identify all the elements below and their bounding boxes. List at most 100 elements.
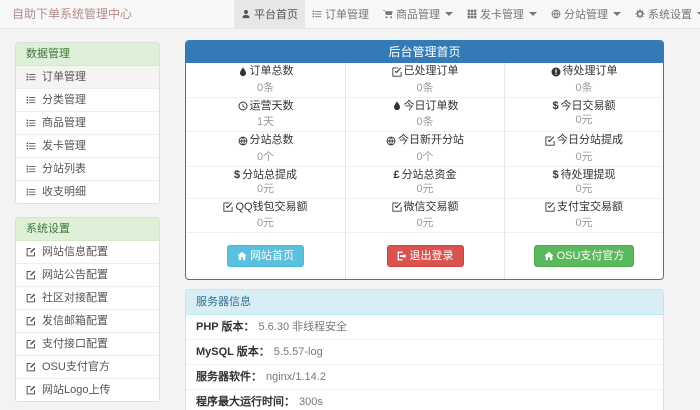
- server-row-php-version: PHP 版本：5.6.30 非线程安全: [186, 315, 663, 339]
- nav-item-product-management[interactable]: 商品管理: [376, 0, 460, 28]
- sidebar-item-substation-list[interactable]: 分站列表: [16, 157, 159, 180]
- server-row-label: 服务器软件：: [196, 371, 262, 383]
- stat-label: 待处理订单: [551, 66, 618, 77]
- check-square-icon: [392, 202, 402, 212]
- sidebar-item-osu-payment-official[interactable]: OSU支付官方: [16, 355, 159, 378]
- cart-icon: [383, 9, 393, 19]
- dollar-icon: $: [234, 170, 240, 181]
- nav-item-card-management[interactable]: 发卡管理: [460, 0, 544, 28]
- stat-pending-withdrawal: $待处理提现0元: [504, 166, 663, 198]
- list-icon: [312, 9, 322, 19]
- stat-total-orders: 订单总数0条: [186, 63, 345, 97]
- stat-value: 0元: [346, 184, 504, 195]
- sidebar-item-site-logo-upload[interactable]: 网站Logo上传: [16, 378, 159, 401]
- edit-icon: [26, 270, 36, 280]
- stat-label: $待处理提现: [552, 170, 615, 181]
- check-square-icon: [392, 67, 402, 77]
- stat-today-orders: 今日订单数0条: [345, 97, 504, 132]
- sidebar-item-payment-api-config[interactable]: 支付接口配置: [16, 332, 159, 355]
- stat-operating-days: 运营天数1天: [186, 97, 345, 132]
- chevron-down-icon: [445, 12, 453, 16]
- stat-value: 0元: [505, 115, 663, 126]
- user-icon: [241, 9, 251, 19]
- list-icon: [26, 72, 36, 82]
- check-square-icon: [545, 202, 555, 212]
- stat-value: 0条: [346, 83, 504, 94]
- server-info-list: PHP 版本：5.6.30 非线程安全MySQL 版本：5.5.57-log服务…: [186, 315, 663, 410]
- sidebar-item-cards[interactable]: 发卡管理: [16, 134, 159, 157]
- gear-icon: [635, 9, 645, 19]
- chevron-down-icon: [613, 12, 621, 16]
- home-icon: [237, 251, 247, 261]
- button-cell: 网站首页: [186, 232, 345, 279]
- dollar-icon: $: [552, 170, 558, 181]
- sidebar-item-label: 网站公告配置: [42, 269, 108, 281]
- sidebar-item-label: OSU支付官方: [42, 361, 110, 373]
- sidebar-panel-data-management: 数据管理订单管理分类管理商品管理发卡管理分站列表收支明细: [15, 42, 160, 204]
- pound-icon: £: [393, 170, 399, 181]
- list-icon: [26, 187, 36, 197]
- th-icon: [467, 9, 477, 19]
- server-row-value: 5.5.57-log: [274, 346, 323, 358]
- top-navbar: 自助下单系统管理中心 平台首页订单管理商品管理发卡管理分站管理系统设置退出登陆: [0, 0, 700, 29]
- stat-label: 已处理订单: [392, 66, 459, 77]
- stat-wechat-transactions: 微信交易额0元: [345, 198, 504, 233]
- brand-title[interactable]: 自助下单系统管理中心: [12, 0, 234, 28]
- sidebar-item-label: 支付接口配置: [42, 338, 108, 350]
- nav-item-order-management[interactable]: 订单管理: [305, 0, 376, 28]
- stat-total-substation-funds: £分站总资金 0元: [345, 166, 504, 198]
- sidebar-item-label: 分类管理: [42, 94, 86, 106]
- sidebar-item-products[interactable]: 商品管理: [16, 111, 159, 134]
- sidebar-item-label: 收支明细: [42, 186, 86, 198]
- tint-icon: [392, 101, 402, 111]
- home-icon: [544, 251, 554, 261]
- stat-label: QQ钱包交易额: [223, 202, 307, 213]
- logout-button[interactable]: 退出登录: [387, 245, 464, 267]
- sidebar-item-label: 发信邮箱配置: [42, 315, 108, 327]
- stat-total-substation-commission: $分站总提成0元: [186, 166, 345, 198]
- server-row-label: 程序最大运行时间：: [196, 396, 295, 408]
- stat-total-substations: 分站总数0个: [186, 131, 345, 166]
- sidebar-item-categories[interactable]: 分类管理: [16, 88, 159, 111]
- nav-item-substation-management[interactable]: 分站管理: [544, 0, 628, 28]
- sidebar-item-label: 网站Logo上传: [42, 384, 110, 396]
- stats-grid: 订单总数0条已处理订单0条待处理订单0条运营天数1天今日订单数0条$今日交易额0…: [186, 63, 663, 279]
- stat-label: 分站总数: [238, 135, 294, 146]
- nav-item-platform-home[interactable]: 平台首页: [234, 0, 305, 28]
- dollar-icon: $: [552, 101, 558, 112]
- server-row-value: 300s: [299, 396, 323, 408]
- sidebar-item-community-connect-config[interactable]: 社区对接配置: [16, 286, 159, 309]
- sidebar-panel-system-settings: 系统设置网站信息配置网站公告配置社区对接配置发信邮箱配置支付接口配置OSU支付官…: [15, 217, 160, 402]
- button-cell: 退出登录: [345, 232, 504, 279]
- stat-value: 0元: [346, 218, 504, 229]
- edit-icon: [26, 385, 36, 395]
- site-home-button[interactable]: 网站首页: [227, 245, 304, 267]
- sidebar-item-site-announcement-config[interactable]: 网站公告配置: [16, 263, 159, 286]
- sidebar-item-orders[interactable]: 订单管理: [16, 66, 159, 88]
- stat-label: 今日分站提成: [545, 135, 623, 146]
- stat-label: 订单总数: [238, 66, 294, 77]
- globe-icon: [386, 136, 396, 146]
- server-row-value: nginx/1.14.2: [266, 371, 326, 383]
- stat-label: £分站总资金: [393, 170, 456, 181]
- stat-pending-orders: 待处理订单0条: [504, 63, 663, 97]
- stat-value: 0个: [346, 152, 504, 163]
- check-square-icon: [223, 202, 233, 212]
- sidebar-item-mail-config[interactable]: 发信邮箱配置: [16, 309, 159, 332]
- server-row-value: 5.6.30 非线程安全: [258, 321, 347, 333]
- nav-item-system-settings[interactable]: 系统设置: [628, 0, 700, 28]
- nav-item-label: 系统设置: [648, 6, 692, 22]
- edit-icon: [26, 247, 36, 257]
- sidebar-item-income-expense[interactable]: 收支明细: [16, 180, 159, 203]
- globe-icon: [238, 136, 248, 146]
- sidebar-item-site-info-config[interactable]: 网站信息配置: [16, 241, 159, 263]
- stat-processed-orders: 已处理订单 0条: [345, 63, 504, 97]
- osu-official-button[interactable]: OSU支付官方: [534, 245, 635, 267]
- stat-alipay-transactions: 支付宝交易额0元: [504, 198, 663, 233]
- stat-qq-wallet-transactions: QQ钱包交易额0元: [186, 198, 345, 233]
- server-row-max-execution-time: 程序最大运行时间： 300s: [186, 389, 663, 410]
- stat-label: $今日交易额: [552, 101, 615, 112]
- navbar-menu: 平台首页订单管理商品管理发卡管理分站管理系统设置退出登陆: [234, 0, 700, 28]
- stat-value: 0条: [346, 117, 504, 128]
- clock-icon: [238, 101, 248, 111]
